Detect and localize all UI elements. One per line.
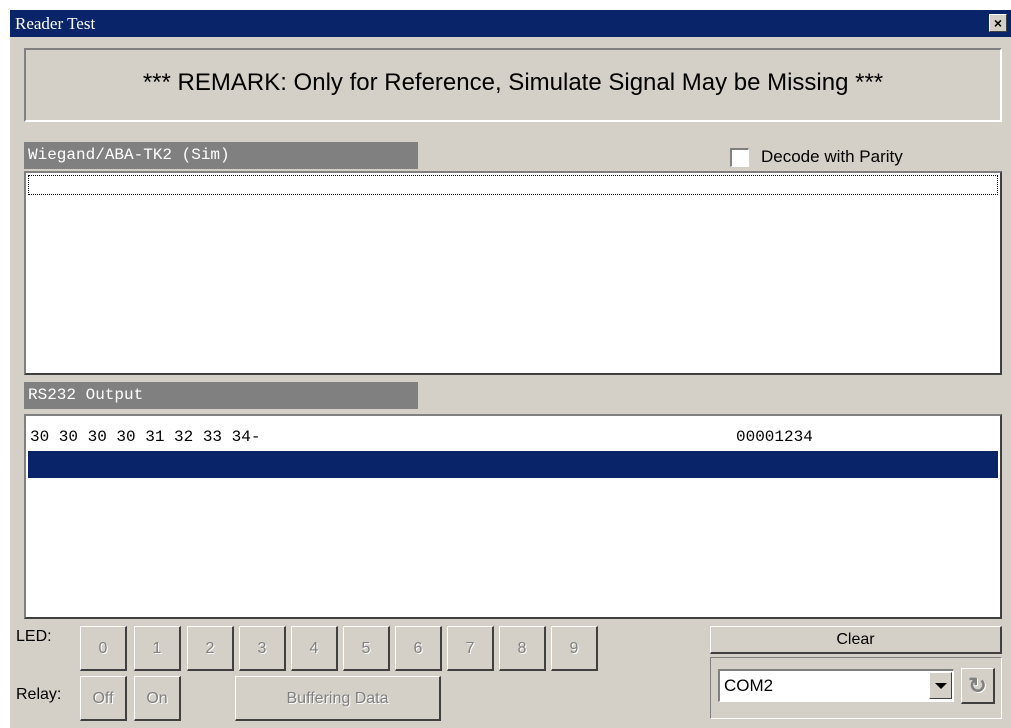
led-button-4[interactable]: 4 xyxy=(291,626,338,671)
list-item[interactable]: 30 30 30 30 31 32 33 34- 00001234 xyxy=(28,424,998,451)
relay-on-button[interactable]: On xyxy=(134,676,181,721)
port-value: COM2 xyxy=(724,676,774,695)
led-button-5[interactable]: 5 xyxy=(343,626,390,671)
clear-button[interactable]: Clear xyxy=(710,626,1002,654)
close-icon[interactable]: × xyxy=(989,14,1007,32)
led-button-9[interactable]: 9 xyxy=(551,626,598,671)
led-button-8[interactable]: 8 xyxy=(499,626,546,671)
wiegand-section-label: Wiegand/ABA-TK2 (Sim) xyxy=(24,142,418,169)
focus-row xyxy=(28,175,998,195)
port-select[interactable]: COM2 xyxy=(718,669,954,702)
led-button-2[interactable]: 2 xyxy=(187,626,234,671)
relay-label: Relay: xyxy=(16,686,62,703)
led-button-7[interactable]: 7 xyxy=(447,626,494,671)
selected-empty-row[interactable] xyxy=(28,451,998,478)
title-bar: Reader Test × xyxy=(10,10,1011,37)
checkbox-box[interactable] xyxy=(730,147,749,167)
buffering-data-button[interactable]: Buffering Data xyxy=(235,676,441,721)
rs232-output-list[interactable]: 30 30 30 30 31 32 33 34- 00001234 xyxy=(24,414,1002,619)
chevron-down-icon[interactable] xyxy=(929,672,952,699)
decode-parity-label: Decode with Parity xyxy=(761,147,903,166)
rs232-section-label: RS232 Output xyxy=(24,382,418,409)
led-button-0[interactable]: 0 xyxy=(80,626,127,671)
led-button-1[interactable]: 1 xyxy=(134,626,181,671)
remark-banner: *** REMARK: Only for Reference, Simulate… xyxy=(24,48,1002,122)
relay-off-button[interactable]: Off xyxy=(80,676,127,721)
rs232-hex: 30 30 30 30 31 32 33 34- xyxy=(30,428,261,446)
wiegand-output-list[interactable] xyxy=(24,171,1002,375)
refresh-icon[interactable]: ↻ xyxy=(961,668,995,704)
window-title: Reader Test xyxy=(15,14,96,33)
rs232-value: 00001234 xyxy=(736,428,813,446)
reader-test-window: Reader Test × *** REMARK: Only for Refer… xyxy=(10,10,1011,728)
led-button-6[interactable]: 6 xyxy=(395,626,442,671)
led-label: LED: xyxy=(16,628,52,645)
port-panel: COM2 ↻ xyxy=(710,657,1002,719)
decode-parity-checkbox[interactable]: Decode with Parity xyxy=(730,146,903,168)
led-button-3[interactable]: 3 xyxy=(239,626,286,671)
